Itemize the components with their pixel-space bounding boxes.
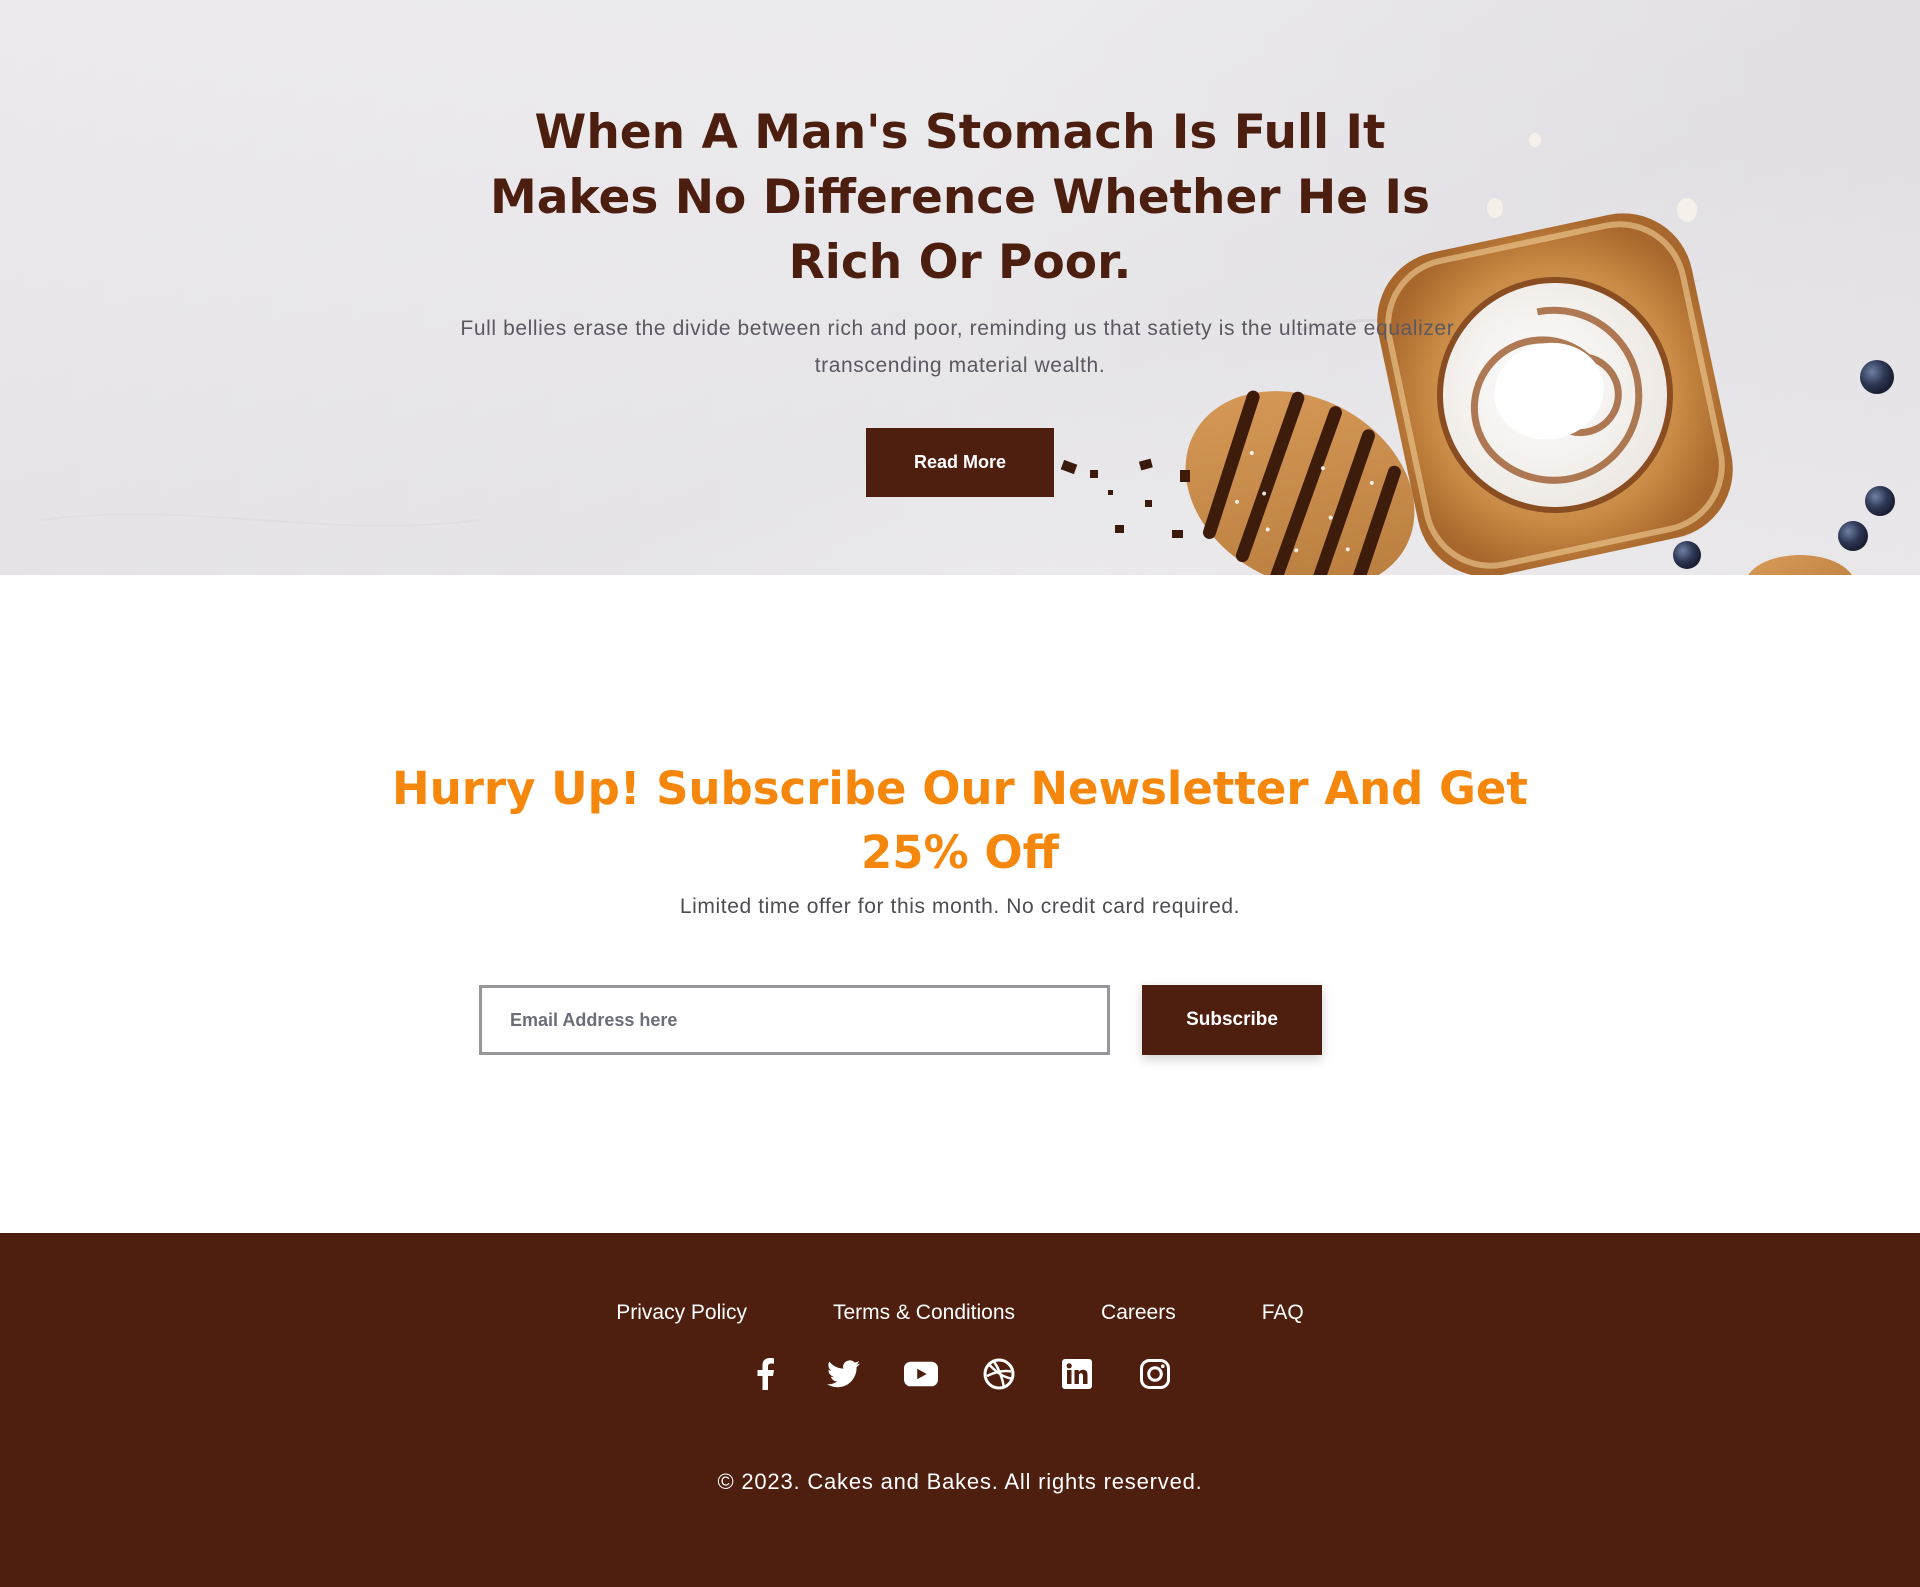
faq-link[interactable]: FAQ [1262, 1301, 1304, 1325]
subscribe-button[interactable]: Subscribe [1142, 985, 1322, 1055]
footer-nav: Privacy Policy Terms & Conditions Career… [0, 1301, 1920, 1325]
read-more-button[interactable]: Read More [866, 428, 1054, 497]
facebook-icon[interactable] [748, 1357, 782, 1391]
hero-description: Full bellies erase the divide between ri… [460, 317, 1460, 377]
newsletter-section: Hurry Up! Subscribe Our Newsletter And G… [0, 575, 1920, 1233]
twitter-icon[interactable] [826, 1357, 860, 1391]
linkedin-icon[interactable] [1060, 1357, 1094, 1391]
newsletter-subtitle: Limited time offer for this month. No cr… [679, 895, 1241, 918]
email-input[interactable] [479, 985, 1110, 1055]
privacy-policy-link[interactable]: Privacy Policy [616, 1301, 747, 1325]
careers-link[interactable]: Careers [1101, 1301, 1176, 1325]
dribbble-icon[interactable] [982, 1357, 1016, 1391]
footer: Privacy Policy Terms & Conditions Career… [0, 1233, 1920, 1587]
social-links [0, 1357, 1920, 1391]
hero-section: When A Man's Stomach Is Full It Makes No… [0, 0, 1920, 575]
newsletter-title: Hurry Up! Subscribe Our Newsletter And G… [392, 762, 1528, 879]
hero-title: When A Man's Stomach Is Full It Makes No… [490, 105, 1430, 290]
copyright-text: © 2023. Cakes and Bakes. All rights rese… [717, 1469, 1203, 1494]
terms-conditions-link[interactable]: Terms & Conditions [833, 1301, 1015, 1325]
instagram-icon[interactable] [1138, 1357, 1172, 1391]
hero-content: When A Man's Stomach Is Full It Makes No… [360, 100, 1560, 497]
youtube-icon[interactable] [904, 1357, 938, 1391]
